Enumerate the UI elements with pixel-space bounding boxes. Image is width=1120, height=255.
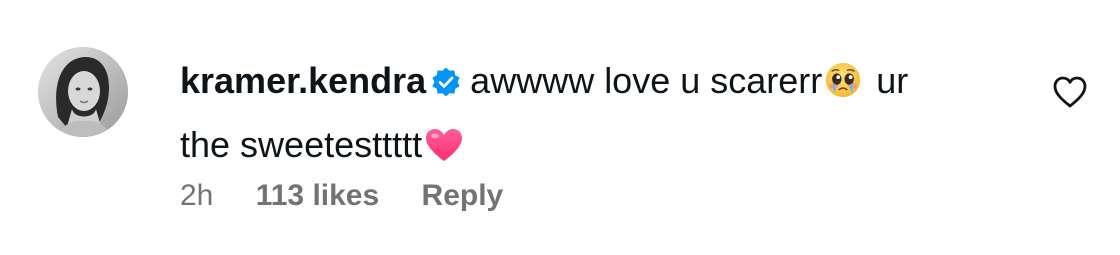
comment-text-line1: awwww love u scarerr [470, 60, 823, 101]
comment-text-after-emoji: ur [866, 60, 909, 101]
timestamp: 2h [180, 179, 214, 212]
pink-heart-emoji [424, 122, 464, 180]
comment-body: kramer.kendra awwww love u scarerr ur the… [180, 52, 1010, 180]
comment-meta: 2h 113 likes Reply [180, 176, 503, 216]
comment: kramer.kendra awwww love u scarerr ur the… [0, 0, 1120, 255]
reply-button[interactable]: Reply [422, 176, 504, 216]
comment-text-line2: the sweetesttttt [180, 124, 423, 165]
pleading-face-emoji [824, 58, 862, 116]
verified-badge-icon [430, 57, 462, 115]
likes-count[interactable]: 113 likes [256, 176, 379, 216]
heart-outline-icon[interactable] [1052, 75, 1088, 109]
avatar-photo [38, 47, 128, 137]
avatar[interactable] [38, 47, 128, 137]
comment-text: kramer.kendra awwww love u scarerr ur the… [180, 52, 1010, 180]
username[interactable]: kramer.kendra [180, 60, 426, 101]
